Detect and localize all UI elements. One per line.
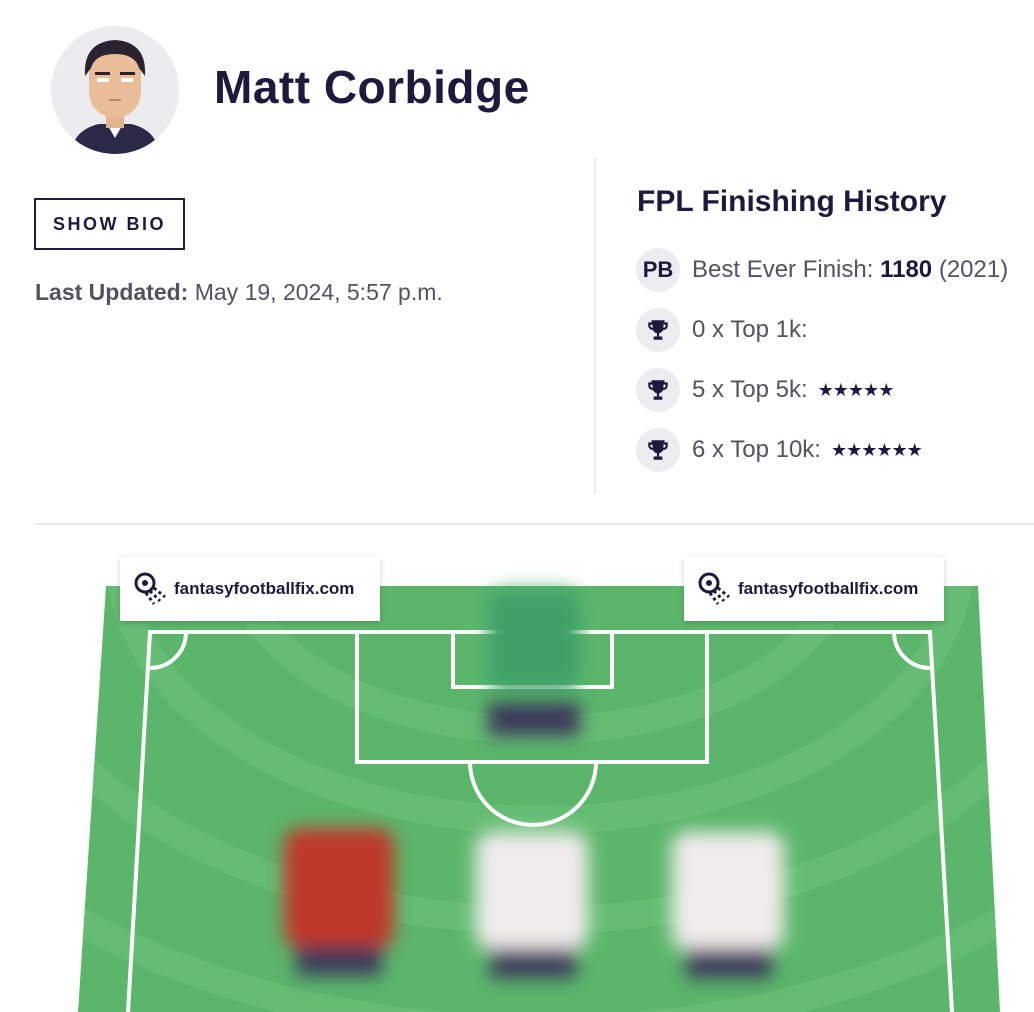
history-title: FPL Finishing History: [637, 185, 947, 218]
history-row-best: PB Best Ever Finish: 1180 (2021): [636, 248, 1008, 292]
history-row-text: 0 x Top 1k:: [692, 316, 808, 343]
last-updated-value: May 19, 2024, 5:57 p.m.: [194, 279, 443, 305]
watermark-text: fantasyfootballfix.com: [174, 579, 355, 598]
trophy-icon: [636, 308, 680, 352]
pb-badge: PB: [636, 248, 680, 292]
section-divider: [34, 523, 1034, 525]
history-row-stars: ★★★★★★: [830, 439, 923, 460]
manager-avatar: [51, 26, 179, 154]
last-updated-label: Last Updated:: [35, 279, 189, 305]
last-updated: Last Updated: May 19, 2024, 5:57 p.m.: [35, 279, 443, 306]
watermark-badge-right: fantasyfootballfix.com: [684, 557, 944, 621]
avatar-illustration: [51, 26, 179, 154]
best-finish-label: Best Ever Finish:: [692, 256, 874, 283]
football-logo-icon: [698, 572, 730, 605]
best-finish-year: (2021): [938, 256, 1009, 283]
watermark-badge-left: fantasyfootballfix.com: [120, 557, 380, 621]
watermark-text: fantasyfootballfix.com: [738, 579, 919, 598]
show-bio-button[interactable]: SHOW BIO: [34, 198, 185, 250]
manager-name: Matt Corbidge: [214, 61, 530, 113]
history-row-text: 6 x Top 10k:: [692, 436, 821, 463]
trophy-icon: [636, 368, 680, 412]
history-row-text: 5 x Top 5k:: [692, 376, 808, 403]
history-row-stars: ★★★★★: [817, 379, 895, 400]
trophy-icon: [636, 428, 680, 472]
best-finish-rank: 1180: [880, 256, 933, 283]
football-logo-icon: [134, 572, 166, 605]
best-finish-text: Best Ever Finish: 1180 (2021): [692, 256, 1008, 284]
history-row-top10k: 6 x Top 10k: ★★★★★★: [636, 428, 923, 472]
history-row-top5k: 5 x Top 5k: ★★★★★: [636, 368, 895, 412]
history-row-top1k: 0 x Top 1k:: [636, 308, 818, 352]
vertical-divider: [594, 158, 596, 494]
